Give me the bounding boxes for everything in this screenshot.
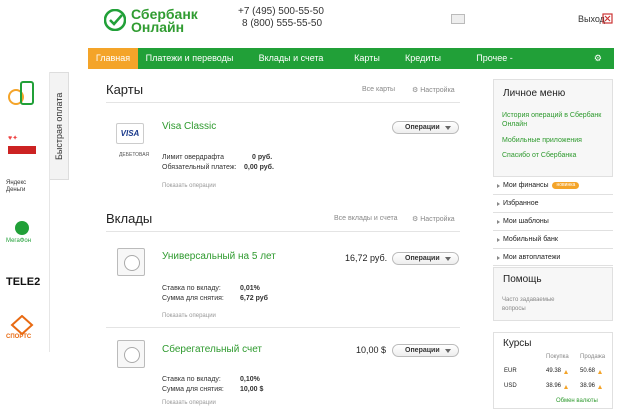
rates-buy-header: Покупка: [546, 354, 569, 360]
up-arrow-icon: [598, 385, 602, 389]
nav-other[interactable]: Прочее -: [453, 48, 536, 69]
rates-title: Курсы: [503, 338, 532, 349]
phone-1: +7 (495) 500-55-50: [238, 6, 324, 17]
quick-pay-tab-label: Быстрая оплата: [54, 92, 64, 160]
menu-my-finances-label: Мои финансы: [503, 182, 549, 189]
deposit-name-link[interactable]: Универсальный на 5 лет: [162, 251, 276, 262]
menu-favorites[interactable]: Избранное: [493, 194, 613, 212]
card-show-operations-link[interactable]: Показать операции: [162, 183, 216, 189]
rate-sell: 38.96: [580, 383, 596, 389]
megafon-logo-icon[interactable]: [6, 220, 38, 240]
nav-deposits[interactable]: Вклады и счета: [241, 48, 341, 69]
menu-mobile-bank[interactable]: Мобильный банк: [493, 230, 613, 248]
phones: +7 (495) 500-55-50 8 (800) 555-55-50: [238, 6, 324, 30]
nav-credits[interactable]: Кредиты: [393, 48, 453, 69]
nav-home[interactable]: Главная: [88, 48, 138, 69]
deposits-settings-label: Настройка: [420, 216, 455, 223]
sberbank-logo-icon: [104, 9, 126, 31]
deposit-amount: 10,00 $: [356, 345, 387, 355]
rate-label: Ставка по вкладу:: [162, 285, 221, 292]
lottery-logo-icon[interactable]: ♥✦: [6, 128, 38, 162]
card-type: ДЕБЕТОВАЯ: [119, 152, 150, 158]
withdraw-value: 10,00 $: [240, 386, 264, 393]
withdraw-value: 6,72 руб: [240, 295, 268, 302]
sport-label: СПОРТС: [6, 334, 32, 340]
rate-currency: USD: [504, 383, 517, 389]
all-cards-link[interactable]: Все карты: [362, 86, 395, 93]
faq-link[interactable]: Часто задаваемые вопросы: [502, 296, 572, 314]
card-name-link[interactable]: Visa Classic: [162, 121, 216, 132]
cards-settings-link[interactable]: ⚙ Настройка: [412, 86, 455, 94]
overdraft-value: 0 руб.: [252, 154, 273, 161]
rate-value: 0,01%: [240, 285, 260, 292]
deposits-settings-link[interactable]: ⚙ Настройка: [412, 215, 455, 223]
safe-icon[interactable]: [117, 340, 145, 368]
help-title: Помощь: [503, 274, 542, 285]
personal-menu-title: Личное меню: [503, 88, 566, 99]
rates-sell-header: Продажа: [580, 354, 606, 360]
deposit-operations-button[interactable]: Операции: [392, 252, 459, 265]
menu-autopayments[interactable]: Мои автоплатежи: [493, 248, 613, 266]
menu-my-finances[interactable]: Мои финансы новинка: [493, 176, 613, 194]
rate-label: Ставка по вкладу:: [162, 376, 221, 383]
up-arrow-icon: [598, 370, 602, 374]
rate-buy: 38.96: [546, 383, 562, 389]
history-link[interactable]: История операций в Сбербанк Онлайн: [502, 111, 602, 129]
sberbank-logo[interactable]: Сбербанк Онлайн: [104, 7, 234, 39]
rate-value: 0,10%: [240, 376, 260, 383]
rate-buy: 49.38: [546, 368, 562, 374]
svg-text:♥✦: ♥✦: [8, 134, 18, 142]
withdraw-label: Сумма для снятия:: [162, 386, 224, 393]
deposit-show-operations-link[interactable]: Показать операции: [162, 313, 216, 319]
mandatory-payment-label: Обязательный платеж:: [162, 164, 237, 171]
mobile-payment-icon[interactable]: [6, 80, 38, 108]
up-arrow-icon: [564, 385, 568, 389]
deposit-name-link[interactable]: Сберегательный счет: [162, 344, 262, 355]
gear-icon[interactable]: ⚙: [536, 48, 614, 69]
logo-line2: Онлайн: [131, 19, 185, 35]
main-nav: Главная Платежи и переводы Вклады и счет…: [88, 48, 614, 69]
cards-title: Карты: [106, 82, 144, 97]
header: Сбербанк Онлайн +7 (495) 500-55-50 8 (80…: [0, 0, 638, 46]
nav-cards[interactable]: Карты: [341, 48, 393, 69]
rate-sell: 50.68: [580, 368, 596, 374]
menu-templates[interactable]: Мои шаблоны: [493, 212, 613, 230]
divider: [106, 102, 460, 103]
deposit-operations-button[interactable]: Операции: [392, 344, 459, 357]
megafon-label: МегаФон: [6, 238, 32, 244]
quick-pay-panel: ♥✦ Яндекс Деньги МегаФон TELE2 СПОРТС: [0, 72, 50, 352]
safe-icon[interactable]: [117, 248, 145, 276]
deposit-show-operations-link[interactable]: Показать операции: [162, 400, 216, 406]
cards-settings-label: Настройка: [420, 87, 455, 94]
card-operations-button[interactable]: Операции: [392, 121, 459, 134]
spasibo-link[interactable]: Спасибо от Сбербанка: [502, 151, 576, 160]
yandex-money-logo[interactable]: Яндекс Деньги: [6, 180, 42, 194]
exit-icon[interactable]: [602, 13, 613, 24]
withdraw-label: Сумма для снятия:: [162, 295, 224, 302]
exit-link[interactable]: Выход: [578, 14, 605, 24]
nav-payments[interactable]: Платежи и переводы: [138, 48, 241, 69]
overdraft-label: Лимит овердрафта: [162, 154, 225, 161]
divider: [106, 327, 460, 328]
phone-2: 8 (800) 555-55-50: [242, 18, 323, 29]
all-deposits-link[interactable]: Все вклады и счета: [334, 215, 398, 222]
up-arrow-icon: [564, 370, 568, 374]
divider: [106, 231, 460, 232]
sport-logo-icon[interactable]: [6, 315, 38, 335]
new-badge: новинка: [552, 181, 580, 189]
mail-icon[interactable]: [451, 14, 465, 24]
mandatory-payment-value: 0,00 руб.: [244, 164, 274, 171]
rate-currency: EUR: [504, 368, 517, 374]
deposits-title: Вклады: [106, 211, 153, 226]
tele2-logo[interactable]: TELE2: [6, 276, 40, 288]
deposit-amount: 16,72 руб.: [345, 253, 388, 263]
exchange-link[interactable]: Обмен валюты: [556, 397, 598, 406]
mobile-apps-link[interactable]: Мобильные приложения: [502, 136, 582, 145]
visa-card-image[interactable]: VISA: [116, 123, 144, 144]
